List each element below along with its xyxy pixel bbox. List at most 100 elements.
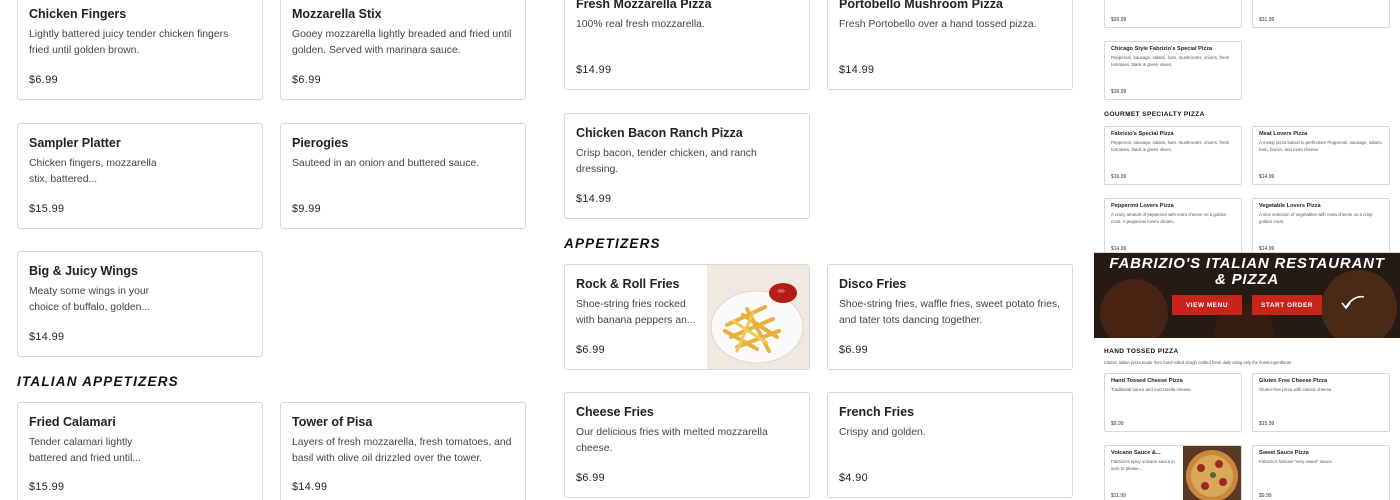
mini-menu-card[interactable]: Vegetable Lovers Pizza A nice selection …: [1252, 198, 1390, 257]
menu-item-card[interactable]: French Fries Crispy and golden. $4.90: [827, 392, 1073, 498]
item-price: $6.99: [839, 344, 869, 356]
mini-item-title: Pepperoni Lovers Pizza: [1111, 203, 1174, 209]
mini-item-price: $36.99: [1111, 89, 1127, 95]
start-order-button[interactable]: START ORDER: [1252, 295, 1322, 315]
item-description: Meaty some wings in your choice of buffa…: [29, 286, 151, 313]
mini-menu-card[interactable]: $26.99: [1104, 0, 1242, 28]
mini-menu-card[interactable]: Chicago Style Fabrizio's Special Pizza P…: [1104, 41, 1242, 100]
menu-item-card[interactable]: Fresh Mozzarella Pizza 100% real fresh m…: [564, 0, 810, 90]
item-title: Sampler Platter: [29, 136, 121, 150]
mini-item-title: Gluten Free Cheese Pizza: [1259, 378, 1328, 384]
item-description: Our delicious fries with melted mozzarel…: [576, 427, 768, 454]
item-title: Chicken Bacon Ranch Pizza: [576, 126, 743, 140]
item-price: $9.99: [292, 203, 322, 215]
mini-item-price: $26.99: [1111, 17, 1127, 23]
section-heading-appetizers: Appetizers: [564, 236, 661, 251]
item-description: Shoe-string fries, waffle fries, sweet p…: [839, 299, 1060, 326]
item-title: Tower of Pisa: [292, 415, 373, 429]
mini-item-description: Traditional sauce and mozzarella cheese.: [1111, 387, 1192, 392]
mini-section-subtitle: Classic Italian pizza made from hand-rol…: [1104, 360, 1293, 365]
item-title: Fresh Mozzarella Pizza: [576, 0, 712, 11]
mini-menu-card[interactable]: Gluten Free Cheese Pizza Gluten-free piz…: [1252, 373, 1390, 432]
hero-title: Fabrizio's Italian Restaurant & Pizza: [1109, 255, 1385, 288]
mini-menu-card[interactable]: Volcano Sauce &... Fabrizio's spicy volc…: [1104, 445, 1242, 500]
mini-item-description: Fabrizio's famous "very sweet" sauce.: [1259, 459, 1333, 464]
mini-item-price: $14.99: [1259, 174, 1275, 180]
mobile-preview-panel: $26.99 $31.99 Chicago Style Fabrizio's S…: [1094, 0, 1400, 500]
item-description: Gooey mozzarella lightly breaded and fri…: [292, 29, 512, 56]
item-title: Disco Fries: [839, 277, 907, 291]
menu-item-card[interactable]: Portobello Mushroom Pizza Fresh Portobel…: [827, 0, 1073, 90]
mini-section-heading-gourmet: Gourmet Specialty Pizza: [1104, 111, 1205, 118]
menu-item-card[interactable]: Pierogies Sauteed in an onion and butter…: [280, 123, 526, 229]
item-description: Lightly battered juicy tender chicken fi…: [29, 29, 229, 56]
item-price: $6.99: [576, 472, 606, 484]
mini-item-description: Pepperoni, sausage, salami, ham, mushroo…: [1111, 140, 1230, 152]
item-price: $4.90: [839, 472, 869, 484]
mini-item-description: A crazy amount of pepperoni with extra c…: [1111, 212, 1227, 224]
item-price: $15.99: [29, 203, 65, 215]
mini-menu-card[interactable]: Meat Lovers Pizza A meaty pizza baked to…: [1252, 126, 1390, 185]
item-title: Chicken Fingers: [29, 7, 127, 21]
menu-item-card[interactable]: Chicken Fingers Lightly battered juicy t…: [17, 0, 263, 100]
item-description: Crisp bacon, tender chicken, and ranch d…: [576, 148, 757, 175]
item-title: Fried Calamari: [29, 415, 116, 429]
view-menu-button[interactable]: VIEW MENU: [1172, 295, 1242, 315]
mini-menu-card[interactable]: Fabrizio's Special Pizza Pepperoni, saus…: [1104, 126, 1242, 185]
pizza-photo: [1183, 446, 1241, 500]
mini-item-title: Sweet Sauce Pizza: [1259, 450, 1309, 456]
mini-item-price: $11.99: [1111, 493, 1126, 499]
mini-item-title: Vegetable Lovers Pizza: [1259, 203, 1321, 209]
item-price: $15.99: [29, 481, 65, 493]
item-title: French Fries: [839, 405, 915, 419]
mini-item-description: Fabrizio's spicy volcano sauce in sure t…: [1111, 459, 1175, 471]
mini-menu-card[interactable]: Sweet Sauce Pizza Fabrizio's famous "ver…: [1252, 445, 1390, 500]
mini-item-title: Volcano Sauce &...: [1111, 450, 1161, 456]
item-price: $6.99: [292, 74, 322, 86]
item-title: Big & Juicy Wings: [29, 264, 138, 278]
menu-item-card[interactable]: Tower of Pisa Layers of fresh mozzarella…: [280, 402, 526, 500]
menu-item-card[interactable]: Fried Calamari Tender calamari lightly b…: [17, 402, 263, 500]
item-description: Layers of fresh mozzarella, fresh tomato…: [292, 437, 512, 464]
item-title: Pierogies: [292, 136, 349, 150]
mini-section-heading-hand-tossed: Hand Tossed Pizza: [1104, 348, 1179, 355]
mini-item-description: A nice selection of vegetables with extr…: [1259, 212, 1373, 224]
menu-item-card[interactable]: Big & Juicy Wings Meaty some wings in yo…: [17, 251, 263, 357]
mini-item-description: Gluten-free pizza with classic cheese.: [1259, 387, 1333, 392]
item-description: Shoe-string fries rocked with banana pep…: [576, 299, 696, 326]
mini-item-title: Hand Tossed Cheese Pizza: [1111, 378, 1183, 384]
item-description: Crispy and golden.: [839, 427, 926, 438]
item-description: Fresh Portobello over a hand tossed pizz…: [839, 19, 1037, 30]
menu-item-card[interactable]: Disco Fries Shoe-string fries, waffle fr…: [827, 264, 1073, 370]
item-description: 100% real fresh mozzarella.: [576, 19, 705, 30]
mini-item-price: $15.99: [1259, 421, 1275, 427]
menu-item-card[interactable]: Rock & Roll Fries Shoe-string fries rock…: [564, 264, 810, 370]
mini-item-price: $9.99: [1111, 421, 1124, 427]
item-price: $14.99: [29, 331, 65, 343]
menu-item-card[interactable]: Cheese Fries Our delicious fries with me…: [564, 392, 810, 498]
mini-item-description: Pepperoni, sausage, salami, ham, mushroo…: [1111, 55, 1230, 67]
item-price: $6.99: [29, 74, 59, 86]
menu-item-card[interactable]: Chicken Bacon Ranch Pizza Crisp bacon, t…: [564, 113, 810, 219]
item-price: $14.99: [292, 481, 328, 493]
curved-arrow-icon: [1341, 295, 1365, 310]
item-price: $6.99: [576, 344, 606, 356]
item-description: Chicken fingers, mozzarella stix, batter…: [29, 158, 157, 185]
mini-menu-card[interactable]: $31.99: [1252, 0, 1390, 28]
mini-item-description: A meaty pizza baked to perfection! Peppe…: [1259, 140, 1383, 152]
item-title: Cheese Fries: [576, 405, 654, 419]
mini-item-title: Fabrizio's Special Pizza: [1111, 131, 1174, 137]
item-title: Portobello Mushroom Pizza: [839, 0, 1003, 11]
mini-menu-card[interactable]: Pepperoni Lovers Pizza A crazy amount of…: [1104, 198, 1242, 257]
section-heading-italian-appetizers: Italian Appetizers: [17, 374, 179, 389]
menu-item-card[interactable]: Sampler Platter Chicken fingers, mozzare…: [17, 123, 263, 229]
menu-item-card[interactable]: Mozzarella Stix Gooey mozzarella lightly…: [280, 0, 526, 100]
fries-photo: [707, 265, 809, 369]
mini-item-price: $16.99: [1111, 174, 1127, 180]
item-title: Mozzarella Stix: [292, 7, 382, 21]
mini-menu-card[interactable]: Hand Tossed Cheese Pizza Traditional sau…: [1104, 373, 1242, 432]
item-description: Sauteed in an onion and buttered sauce.: [292, 158, 480, 169]
item-description: Tender calamari lightly battered and fri…: [29, 437, 142, 464]
item-price: $14.99: [576, 193, 612, 205]
mini-item-price: $31.99: [1259, 17, 1275, 23]
